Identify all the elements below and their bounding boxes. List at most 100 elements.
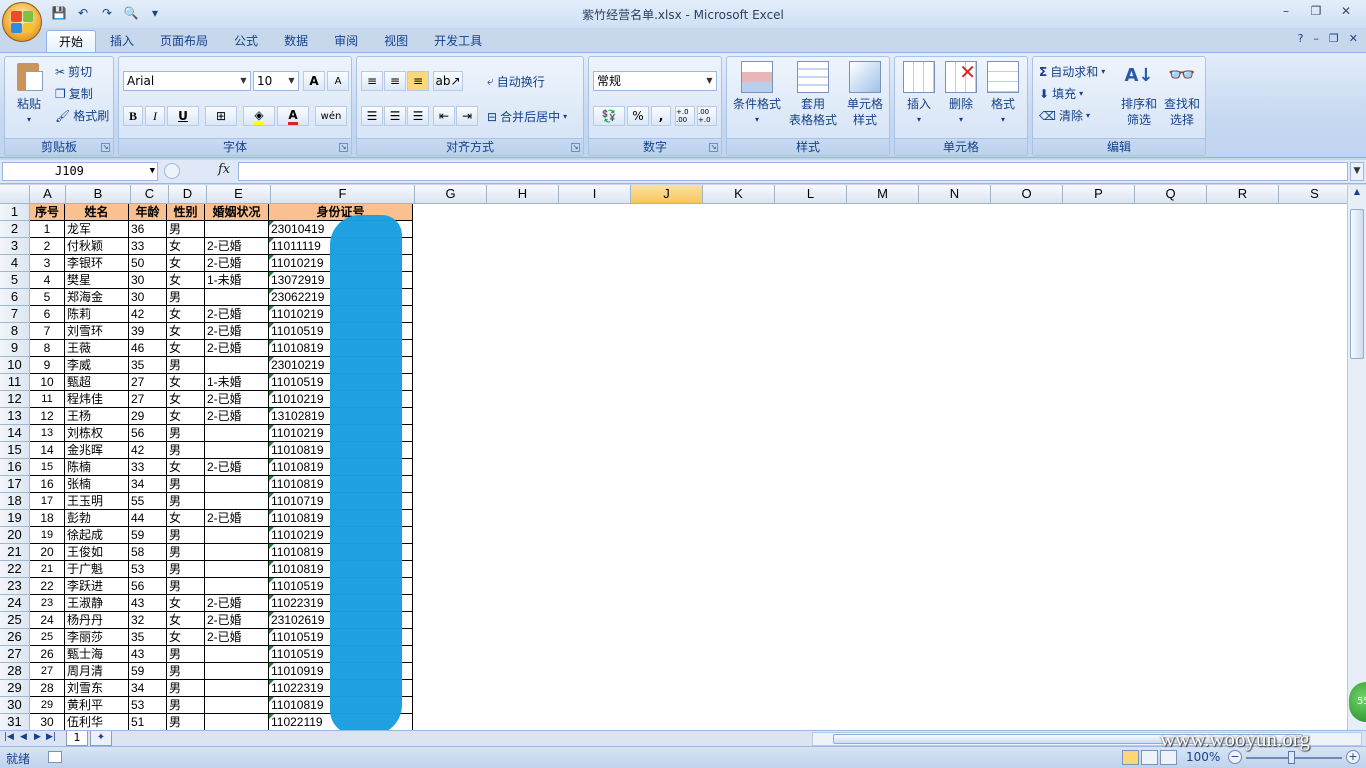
row-header[interactable]: 20	[0, 527, 30, 544]
format-as-table-button[interactable]: 套用 表格格式	[785, 61, 841, 128]
cell[interactable]	[205, 561, 269, 578]
clear-button[interactable]: ⌫ 清除 ▾	[1039, 107, 1090, 124]
cell[interactable]: 26	[30, 646, 65, 663]
cell[interactable]: 56	[129, 425, 167, 442]
row-header[interactable]: 11	[0, 374, 30, 391]
align-bottom-button[interactable]: ≡	[407, 71, 429, 91]
cell[interactable]	[205, 527, 269, 544]
cell[interactable]: 女	[167, 459, 205, 476]
column-header-o[interactable]: O	[991, 185, 1063, 204]
autosum-button[interactable]: Σ 自动求和 ▾	[1039, 63, 1105, 80]
cell[interactable]: 58	[129, 544, 167, 561]
cell[interactable]: 刘栋权	[65, 425, 129, 442]
merge-center-button[interactable]: ⊟ 合并后居中 ▾	[487, 108, 567, 125]
last-sheet-icon[interactable]: ▶|	[46, 732, 56, 742]
cell[interactable]: 17	[30, 493, 65, 510]
cell[interactable]: 2-已婚	[205, 612, 269, 629]
cell[interactable]	[205, 357, 269, 374]
workbook-restore-button[interactable]: ❐	[1329, 32, 1339, 45]
copy-button[interactable]: ❐ 复制	[55, 85, 93, 102]
row-header[interactable]: 16	[0, 459, 30, 476]
cell[interactable]: 34	[129, 476, 167, 493]
column-header-i[interactable]: I	[559, 185, 631, 204]
cell[interactable]: 42	[129, 442, 167, 459]
cut-button[interactable]: ✂ 剪切	[55, 63, 92, 80]
row-header[interactable]: 2	[0, 221, 30, 238]
align-left-button[interactable]: ☰	[361, 106, 383, 126]
zoom-out-button[interactable]: −	[1228, 750, 1242, 764]
clipboard-launcher-icon[interactable]: ↘	[101, 143, 110, 152]
cell[interactable]: 20	[30, 544, 65, 561]
cell[interactable]: 10	[30, 374, 65, 391]
cell[interactable]: 30	[129, 272, 167, 289]
phonetic-button[interactable]: wén	[315, 106, 347, 126]
paste-button[interactable]: 粘贴 ▾	[11, 61, 47, 128]
cell[interactable]: 42	[129, 306, 167, 323]
column-header-k[interactable]: K	[703, 185, 775, 204]
cell[interactable]: 男	[167, 680, 205, 697]
cell-header-name[interactable]: 姓名	[65, 204, 129, 221]
tab-page-layout[interactable]: 页面布局	[148, 30, 220, 52]
borders-button[interactable]: ⊞	[205, 106, 237, 126]
cell[interactable]: 甄超	[65, 374, 129, 391]
cell[interactable]: 李威	[65, 357, 129, 374]
cell[interactable]: 25	[30, 629, 65, 646]
cell[interactable]: 女	[167, 255, 205, 272]
increase-indent-button[interactable]: ⇥	[456, 106, 478, 126]
cell[interactable]: 女	[167, 323, 205, 340]
cell[interactable]: 周月清	[65, 663, 129, 680]
column-header-r[interactable]: R	[1207, 185, 1279, 204]
column-header-f[interactable]: F	[271, 185, 415, 204]
decrease-indent-button[interactable]: ⇤	[433, 106, 455, 126]
cell[interactable]: 龙军	[65, 221, 129, 238]
cell[interactable]: 女	[167, 629, 205, 646]
row-header[interactable]: 21	[0, 544, 30, 561]
row-header[interactable]: 3	[0, 238, 30, 255]
expand-formula-bar-icon[interactable]: ▼	[1350, 162, 1364, 181]
align-top-button[interactable]: ≡	[361, 71, 383, 91]
formula-input[interactable]	[238, 162, 1348, 181]
cell[interactable]: 黄利平	[65, 697, 129, 714]
align-right-button[interactable]: ☰	[407, 106, 429, 126]
tab-developer[interactable]: 开发工具	[422, 30, 494, 52]
row-header[interactable]: 19	[0, 510, 30, 527]
cell[interactable]: 徐起成	[65, 527, 129, 544]
cell[interactable]: 44	[129, 510, 167, 527]
cell[interactable]: 程炜佳	[65, 391, 129, 408]
tab-data[interactable]: 数据	[272, 30, 320, 52]
delete-cells-button[interactable]: ✕ 删除 ▾	[941, 61, 981, 128]
column-header-h[interactable]: H	[487, 185, 559, 204]
insert-cells-button[interactable]: 插入 ▾	[899, 61, 939, 128]
fill-color-button[interactable]: ◈	[243, 106, 275, 126]
italic-button[interactable]: I	[145, 106, 165, 126]
wrap-text-button[interactable]: ⤶ 自动换行	[487, 73, 545, 90]
cell[interactable]: 22	[30, 578, 65, 595]
workbook-minimize-button[interactable]: –	[1313, 32, 1319, 45]
cell[interactable]: 2-已婚	[205, 238, 269, 255]
page-break-view-icon[interactable]	[1160, 750, 1177, 765]
cell[interactable]: 王淑静	[65, 595, 129, 612]
cell[interactable]: 女	[167, 340, 205, 357]
fill-button[interactable]: ⬇ 填充 ▾	[1039, 85, 1083, 102]
cell[interactable]	[205, 578, 269, 595]
format-painter-button[interactable]: 🖌 格式刷	[55, 107, 109, 124]
row-header[interactable]: 8	[0, 323, 30, 340]
row-header[interactable]: 30	[0, 697, 30, 714]
normal-view-icon[interactable]	[1122, 750, 1139, 765]
cell[interactable]: 李丽莎	[65, 629, 129, 646]
cell[interactable]: 男	[167, 357, 205, 374]
macro-record-icon[interactable]	[48, 751, 62, 763]
row-header[interactable]: 27	[0, 646, 30, 663]
cell[interactable]	[205, 221, 269, 238]
bold-button[interactable]: B	[123, 106, 143, 126]
row-header[interactable]: 25	[0, 612, 30, 629]
cell[interactable]	[205, 697, 269, 714]
vertical-scrollbar[interactable]: ▲	[1347, 185, 1366, 730]
tab-view[interactable]: 视图	[372, 30, 420, 52]
minimize-button[interactable]: –	[1272, 2, 1300, 20]
cell[interactable]: 彭勃	[65, 510, 129, 527]
cell-header-seq[interactable]: 序号	[30, 204, 65, 221]
cell-styles-button[interactable]: 单元格 样式	[841, 61, 889, 128]
cell[interactable]	[205, 442, 269, 459]
name-box[interactable]: J109 ▼	[2, 162, 158, 181]
